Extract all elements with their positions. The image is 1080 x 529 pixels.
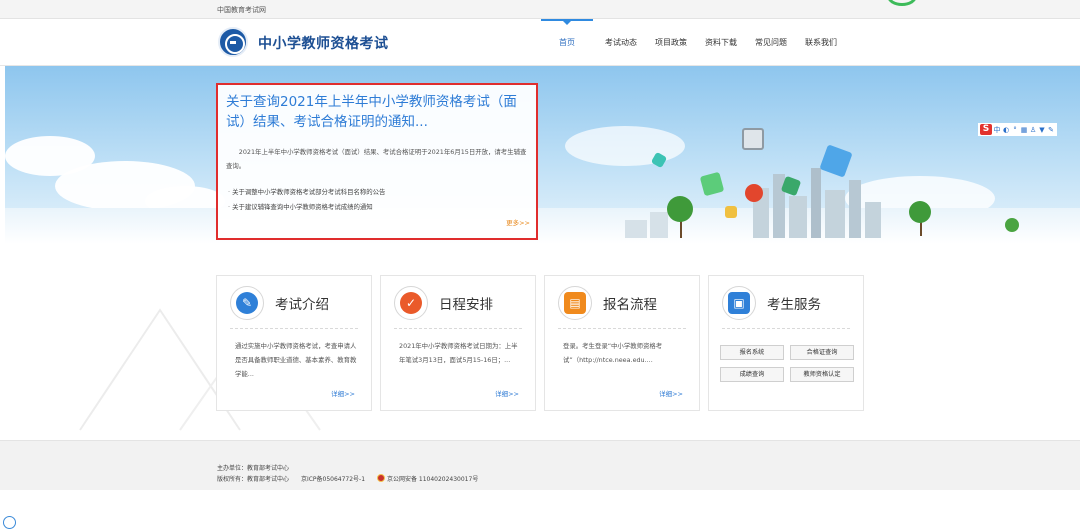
header: 中小学教师资格考试 首页 考试动态 项目政策 资料下载 常见问题 联系我们 [0, 19, 1080, 66]
service-buttons: 报名系统 合格证查询 成绩查询 教师资格认定 [720, 345, 854, 382]
main-nav: 首页 考试动态 项目政策 资料下载 常见问题 联系我们 [541, 19, 846, 66]
top-bar: 中国教育考试网 [0, 0, 1080, 19]
cube-decoration [742, 128, 764, 150]
footer: 主办单位：教育部考试中心 版权所有：教育部考试中心 京ICP备05064772号… [0, 440, 1080, 490]
card-exam-intro[interactable]: ✎ 考试介绍 通过实施中小学教师资格考试，考查申请人是否具备教师职业道德、基本素… [216, 275, 372, 411]
footer-sponsor: 主办单位：教育部考试中心 [217, 465, 290, 472]
card-candidate-service[interactable]: ▣ 考生服务 报名系统 合格证查询 成绩查询 教师资格认定 [708, 275, 864, 411]
card-divider [558, 328, 686, 329]
card-divider [722, 328, 850, 329]
nav-exam-news[interactable]: 考试动态 [596, 19, 646, 66]
card-description: 2021年中小学教师资格考试日期为：上半年笔试3月13日，面试5月15-16日；… [399, 342, 518, 364]
ime-toolbar[interactable]: S 中 ◐ ° ▦ ♙ ▼ ✎ [978, 123, 1057, 136]
edit-icon: ✎ [236, 292, 258, 314]
corner-circle-icon [3, 516, 16, 529]
notice-title[interactable]: 关于查询2021年上半年中小学教师资格考试（面试）结果、考试合格证明的通知... [226, 92, 531, 132]
footer-copyright: 版权所有：教育部考试中心 [217, 476, 290, 483]
tree-decoration [667, 196, 693, 222]
certification-button[interactable]: 教师资格认定 [790, 367, 854, 382]
nav-contact[interactable]: 联系我们 [796, 19, 846, 66]
user-icon[interactable]: ♙ [1029, 126, 1037, 134]
nav-faq[interactable]: 常见问题 [746, 19, 796, 66]
building-decoration [811, 168, 821, 238]
more-link[interactable]: 更多>> [506, 217, 530, 227]
card-description: 登录。考生登录“中小学教师资格考试”（http://ntce.neea.edu.… [563, 342, 663, 364]
keyboard-icon[interactable]: ▦ [1020, 126, 1028, 134]
footer-police-text: 京公网安备 11040202430017号 [386, 476, 479, 483]
card-title[interactable]: 报名流程 [603, 293, 657, 313]
cube-decoration [819, 144, 853, 178]
score-query-button[interactable]: 成绩查询 [720, 367, 784, 382]
notice-summary: 2021年上半年中小学教师资格考试（面试）结果、考试合格证明于2021年6月15… [226, 148, 527, 170]
card-title[interactable]: 考试介绍 [275, 293, 329, 313]
form-icon: ▤ [564, 292, 586, 314]
card-icon-ring: ✓ [394, 286, 428, 320]
building-decoration [650, 212, 668, 238]
id-card-icon: ▣ [728, 292, 750, 314]
circle-icon [887, 0, 917, 6]
building-decoration [865, 202, 881, 238]
tools-icon[interactable]: ✎ [1047, 126, 1055, 134]
site-name[interactable]: 中国教育考试网 [217, 5, 266, 15]
card-more-link[interactable]: 详细>> [331, 388, 355, 398]
card-icon-ring: ✎ [230, 286, 264, 320]
tree-decoration [909, 201, 931, 223]
nav-policy[interactable]: 项目政策 [646, 19, 696, 66]
cube-decoration [699, 171, 725, 197]
registration-system-button[interactable]: 报名系统 [720, 345, 784, 360]
footer-info: 版权所有：教育部考试中心 京ICP备05064772号-1 京公网安备 1104… [217, 474, 488, 483]
police-badge-icon [376, 474, 385, 482]
card-icon-ring: ▤ [558, 286, 592, 320]
building-decoration [849, 180, 861, 238]
moon-icon[interactable]: ◐ [1002, 126, 1010, 134]
chinese-input-icon[interactable]: 中 [993, 126, 1001, 134]
notice-links: 关于调整中小学教师资格考试部分考试科目名称的公告 关于建议辅锋查询中小学教师资格… [228, 185, 528, 215]
cloud-decoration [565, 126, 685, 166]
tree-decoration [1005, 218, 1019, 232]
cube-decoration [725, 206, 737, 218]
card-more-link[interactable]: 详细>> [659, 388, 683, 398]
card-title[interactable]: 日程安排 [439, 293, 493, 313]
building-decoration [789, 196, 807, 238]
notice-link[interactable]: 关于调整中小学教师资格考试部分考试科目名称的公告 [228, 185, 528, 200]
card-divider [394, 328, 522, 329]
notice-link[interactable]: 关于建议辅锋查询中小学教师资格考试成绩的通知 [228, 200, 528, 215]
certificate-query-button[interactable]: 合格证查询 [790, 345, 854, 360]
building-decoration [825, 190, 845, 238]
punctuation-icon[interactable]: ° [1011, 126, 1019, 134]
nav-downloads[interactable]: 资料下载 [696, 19, 746, 66]
footer-icp[interactable]: 京ICP备05064772号-1 [301, 476, 365, 483]
card-description: 通过实施中小学教师资格考试，考查申请人是否具备教师职业道德、基本素养、教育教学能… [235, 342, 357, 378]
card-registration[interactable]: ▤ 报名流程 登录。考生登录“中小学教师资格考试”（http://ntce.ne… [544, 275, 700, 411]
card-more-link[interactable]: 详细>> [495, 388, 519, 398]
nav-home[interactable]: 首页 [541, 19, 593, 66]
logo-icon[interactable] [218, 27, 248, 57]
footer-police-record[interactable]: 京公网安备 11040202430017号 [376, 474, 479, 483]
card-schedule[interactable]: ✓ 日程安排 2021年中小学教师资格考试日期为：上半年笔试3月13日，面试5月… [380, 275, 536, 411]
feature-cards: ✎ 考试介绍 通过实施中小学教师资格考试，考查申请人是否具备教师职业道德、基本素… [216, 275, 864, 411]
building-decoration [625, 220, 647, 238]
card-divider [230, 328, 358, 329]
hero-banner [5, 66, 1080, 244]
check-icon: ✓ [400, 292, 422, 314]
cube-decoration [745, 184, 763, 202]
card-icon-ring: ▣ [722, 286, 756, 320]
brand-title[interactable]: 中小学教师资格考试 [258, 33, 389, 53]
card-title[interactable]: 考生服务 [767, 293, 821, 313]
notice-panel: 关于查询2021年上半年中小学教师资格考试（面试）结果、考试合格证明的通知...… [216, 83, 538, 240]
sogou-icon[interactable]: S [980, 124, 992, 135]
skin-icon[interactable]: ▼ [1038, 126, 1046, 134]
